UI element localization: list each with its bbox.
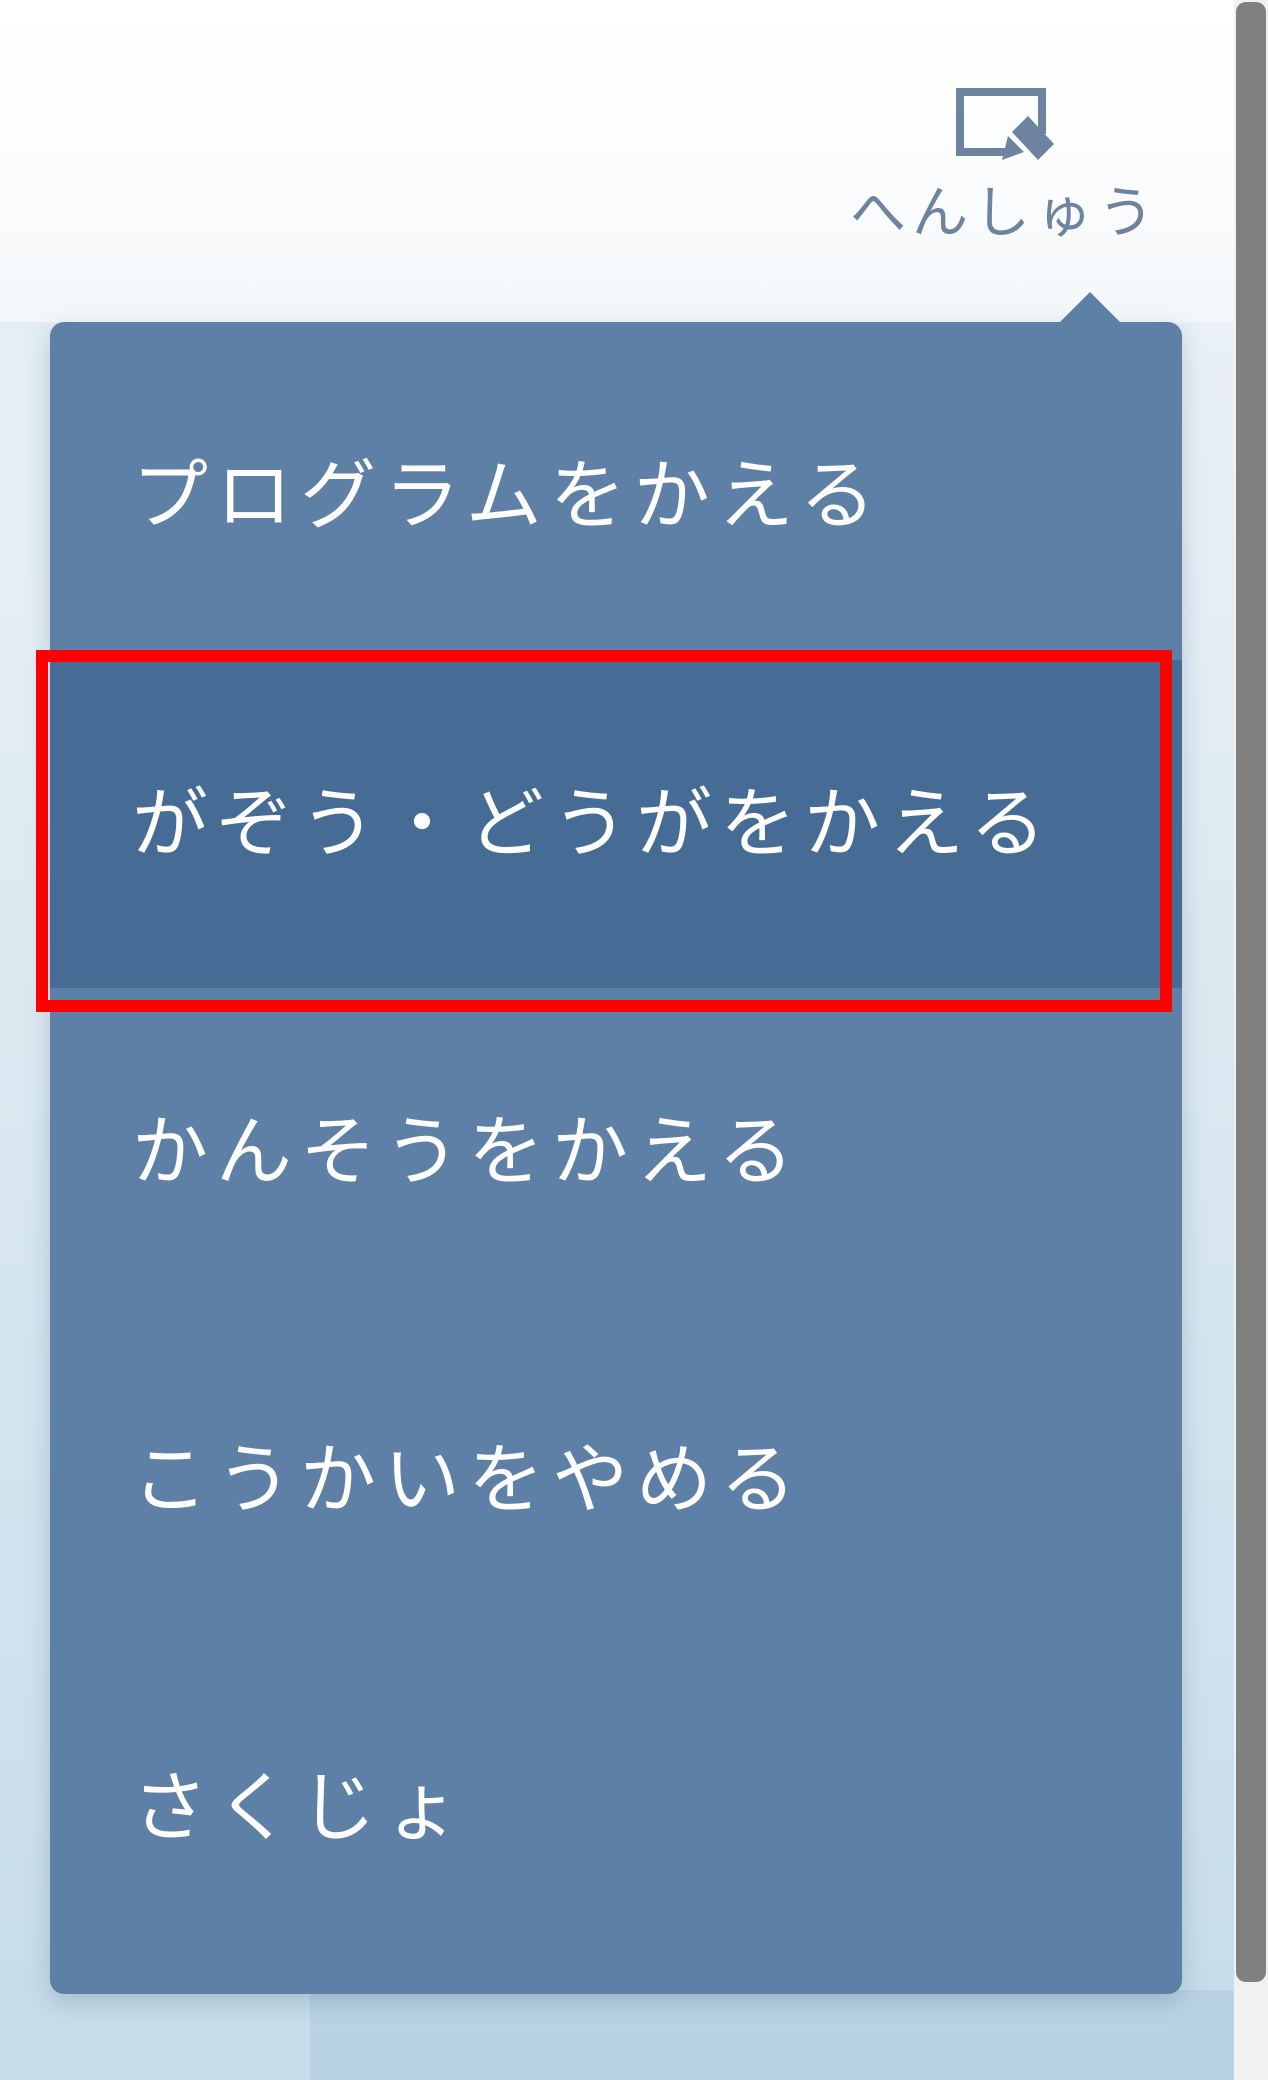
menu-item-label: かんそうをかえる <box>132 1107 802 1196</box>
menu-item-label: プログラムをかえる <box>132 451 884 540</box>
menu-item-label: がぞう・どうがをかえる <box>132 779 1054 868</box>
menu-item-change-media[interactable]: がぞう・どうがをかえる <box>50 660 1182 988</box>
menu-item-label: さくじょ <box>132 1763 468 1852</box>
menu-item-label: こうかいをやめる <box>132 1435 804 1524</box>
edit-icon <box>956 88 1054 160</box>
edit-dropdown-menu: プログラムをかえる がぞう・どうがをかえる かんそうをかえる こうかいをやめる … <box>50 322 1182 1994</box>
menu-item-delete[interactable]: さくじょ <box>50 1644 1182 1972</box>
dropdown-caret <box>1058 292 1122 324</box>
edit-button[interactable]: へんしゅう <box>840 80 1170 270</box>
background-panel-bottom <box>310 1990 1234 2080</box>
scrollbar-thumb[interactable] <box>1236 2 1266 1982</box>
menu-item-unpublish[interactable]: こうかいをやめる <box>50 1316 1182 1644</box>
menu-item-change-comment[interactable]: かんそうをかえる <box>50 988 1182 1316</box>
menu-item-change-program[interactable]: プログラムをかえる <box>50 332 1182 660</box>
edit-label: へんしゅう <box>850 181 1160 246</box>
